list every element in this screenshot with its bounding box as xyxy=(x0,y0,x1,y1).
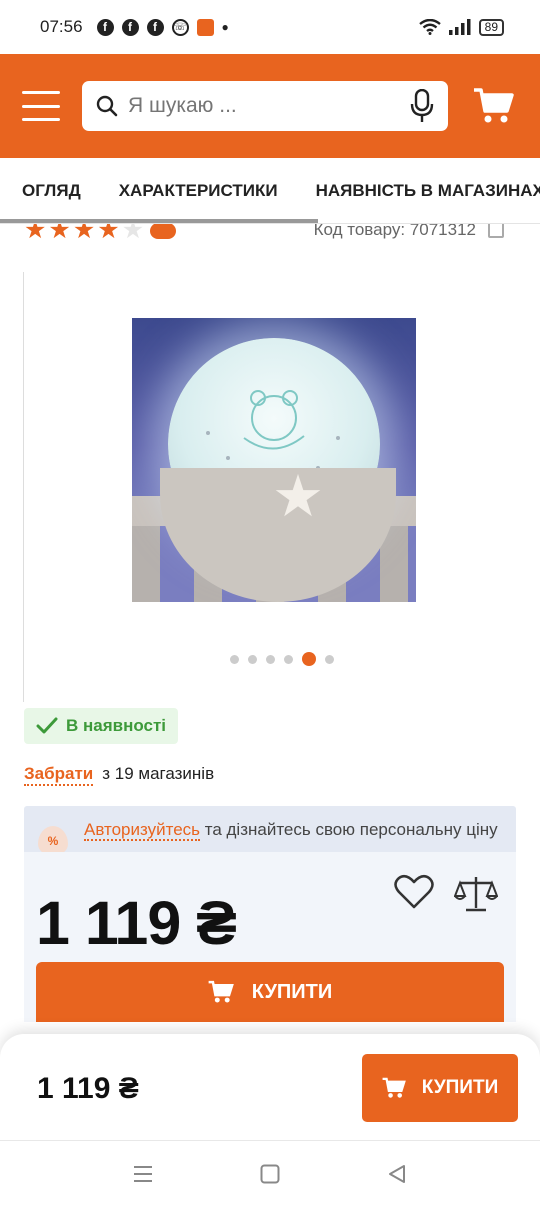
sticky-buy-button[interactable]: КУПИТИ xyxy=(362,1054,518,1122)
menu-line xyxy=(22,104,60,108)
facebook-icon: f xyxy=(121,18,139,36)
home-button[interactable] xyxy=(250,1154,290,1194)
rating[interactable]: ★ ★ ★ ★ ★ xyxy=(24,224,177,243)
heart-icon xyxy=(394,874,434,909)
gallery-dot[interactable] xyxy=(266,654,275,664)
rating-star: ★ xyxy=(72,224,96,244)
status-right: 89 xyxy=(418,18,504,36)
gallery-pagination xyxy=(24,652,540,666)
facebook-icon: f xyxy=(96,18,114,36)
app-icon xyxy=(196,18,214,36)
search-bar[interactable] xyxy=(82,81,448,131)
copy-icon[interactable] xyxy=(488,224,504,238)
home-icon xyxy=(260,1164,280,1183)
status-bar: 07:56 f f f ☏ ● 89 xyxy=(0,0,540,54)
battery-indicator: 89 xyxy=(478,18,504,36)
tab-store-availability[interactable]: НАЯВНІСТЬ В МАГАЗИНАХ xyxy=(316,181,540,201)
header xyxy=(0,54,540,158)
rating-star: ★ xyxy=(48,224,71,244)
menu-button[interactable] xyxy=(22,91,60,121)
rating-stars: ★ ★ ★ ★ ★ xyxy=(24,224,145,244)
buy-button-label: КУПИТИ xyxy=(251,980,333,1003)
tab-overview[interactable]: ОГЛЯД xyxy=(22,181,81,201)
rating-star: ★ xyxy=(121,224,145,244)
rating-row: ★ ★ ★ ★ ★ Код товару: 7071312 xyxy=(0,224,540,244)
personal-price-banner: % Авторизуйтесь та дізнайтесь свою персо… xyxy=(24,806,516,856)
in-stock-label: В наявності xyxy=(66,716,167,735)
gallery-dot[interactable] xyxy=(302,652,316,666)
cart-icon xyxy=(474,88,514,123)
search-icon xyxy=(96,95,118,117)
gallery-dot[interactable] xyxy=(325,654,334,664)
buy-button[interactable]: КУПИТИ xyxy=(36,962,504,1022)
status-left: 07:56 f f f ☏ ● xyxy=(40,17,229,37)
scales-icon xyxy=(453,877,499,912)
pickup-text: з 19 магазинів xyxy=(102,764,215,783)
more-notifications-icon: ● xyxy=(221,20,229,34)
wifi-icon xyxy=(418,19,441,35)
cart-icon xyxy=(208,980,234,1003)
personal-price-text: та дізнайтесь свою персональну ціну xyxy=(200,820,498,839)
cart-button[interactable] xyxy=(470,83,518,129)
login-link[interactable]: Авторизуйтесь xyxy=(84,820,201,841)
product-price: 1 119 ₴ xyxy=(36,889,237,957)
gallery-dot[interactable] xyxy=(230,654,239,664)
menu-line xyxy=(22,91,60,94)
tab-scroll-indicator xyxy=(0,219,318,223)
in-stock-badge: В наявності xyxy=(24,708,179,744)
pickup-row: Забрати з 19 магазинів xyxy=(24,764,540,786)
cart-icon xyxy=(382,1077,406,1098)
back-button[interactable] xyxy=(377,1154,417,1194)
compare-button[interactable] xyxy=(453,874,499,914)
back-icon xyxy=(388,1164,405,1183)
tab-specifications[interactable]: ХАРАКТЕРИСТИКИ xyxy=(119,181,278,201)
sticky-buy-bar: 1 119 ₴ КУПИТИ xyxy=(0,1034,540,1140)
product-code-label: Код товару: 7071312 xyxy=(313,224,476,239)
star-button-shape: ★ xyxy=(272,464,324,529)
product-tabs: ОГЛЯД ХАРАКТЕРИСТИКИ НАЯВНІСТЬ В МАГАЗИН… xyxy=(0,158,540,224)
gallery-dot[interactable] xyxy=(284,654,293,664)
menu-line xyxy=(22,118,60,121)
viber-icon: ☏ xyxy=(171,18,189,36)
status-time: 07:56 xyxy=(40,17,83,36)
microphone-icon[interactable] xyxy=(410,89,434,123)
system-navigation-bar xyxy=(0,1140,540,1206)
wishlist-button[interactable] xyxy=(394,874,434,914)
gallery-dot[interactable] xyxy=(248,654,257,664)
product-image[interactable]: ★ xyxy=(132,318,416,602)
facebook-icon: f xyxy=(146,18,164,36)
recent-apps-icon xyxy=(134,1165,153,1182)
sticky-buy-label: КУПИТИ xyxy=(421,1077,499,1098)
recent-apps-button[interactable] xyxy=(123,1154,163,1194)
pickup-link[interactable]: Забрати xyxy=(24,764,94,786)
signal-icon xyxy=(448,19,471,35)
reviews-icon[interactable] xyxy=(150,224,177,239)
price-block: 1 119 ₴ КУПИТИ xyxy=(24,852,516,1022)
rating-star: ★ xyxy=(97,224,120,244)
sticky-price: 1 119 ₴ xyxy=(37,1072,139,1105)
check-icon xyxy=(36,717,58,734)
search-input[interactable] xyxy=(128,94,400,118)
product-code: Код товару: 7071312 xyxy=(314,224,504,240)
product-gallery[interactable]: ★ xyxy=(23,272,540,702)
rating-star: ★ xyxy=(24,224,47,244)
